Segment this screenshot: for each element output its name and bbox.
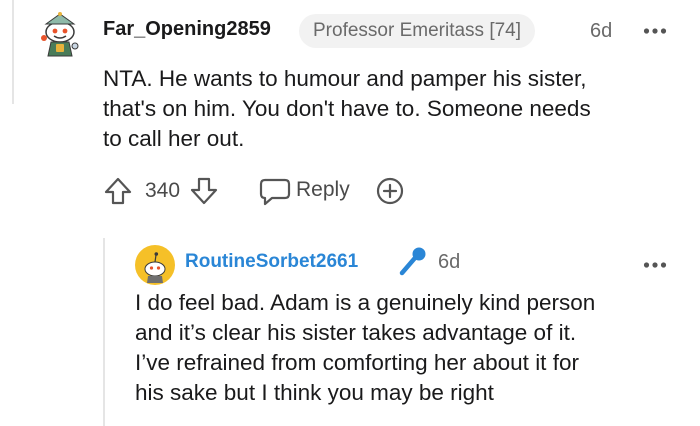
- comment-body-line: to call her out.: [103, 126, 245, 151]
- speech-bubble-icon[interactable]: [259, 176, 291, 206]
- reply-button[interactable]: Reply: [296, 178, 350, 202]
- comment-body: NTA. He wants to humour and pamper his s…: [103, 64, 683, 154]
- comment-body-line: NTA. He wants to humour and pamper his s…: [103, 66, 587, 91]
- more-options-icon[interactable]: [643, 27, 667, 35]
- reply-age: 6d: [438, 251, 461, 273]
- reply-body-line: I do feel bad. Adam is a genuinely kind …: [135, 290, 596, 315]
- snoo-avatar-icon[interactable]: [135, 245, 175, 285]
- user-flair: Professor Emeritass [74]: [299, 14, 536, 48]
- downvote-arrow-icon[interactable]: [189, 176, 219, 206]
- reply-thread-line: [103, 238, 105, 426]
- more-options-icon[interactable]: [643, 261, 667, 269]
- comment-actions: 340 Reply: [103, 172, 423, 210]
- microphone-icon: [399, 247, 426, 276]
- reply-body-line: and it’s clear his sister takes advantag…: [135, 320, 577, 345]
- snoo-avatar-icon[interactable]: [34, 8, 86, 60]
- comment-age: 6d: [590, 20, 613, 42]
- reply-body: I do feel bad. Adam is a genuinely kind …: [135, 288, 680, 408]
- award-plus-icon[interactable]: [375, 176, 405, 206]
- upvote-arrow-icon[interactable]: [103, 176, 133, 206]
- reply-body-line: I’ve refrained from comforting her about…: [135, 350, 579, 375]
- vote-score: 340: [145, 179, 181, 202]
- thread-line: [12, 0, 14, 104]
- reply-body-line: his sake but I think you may be right: [135, 380, 494, 405]
- comment-body-line: that's on him. You don't have to. Someon…: [103, 96, 591, 121]
- comment-author[interactable]: Far_Opening2859: [103, 18, 271, 41]
- reply-author[interactable]: RoutineSorbet2661: [185, 251, 358, 273]
